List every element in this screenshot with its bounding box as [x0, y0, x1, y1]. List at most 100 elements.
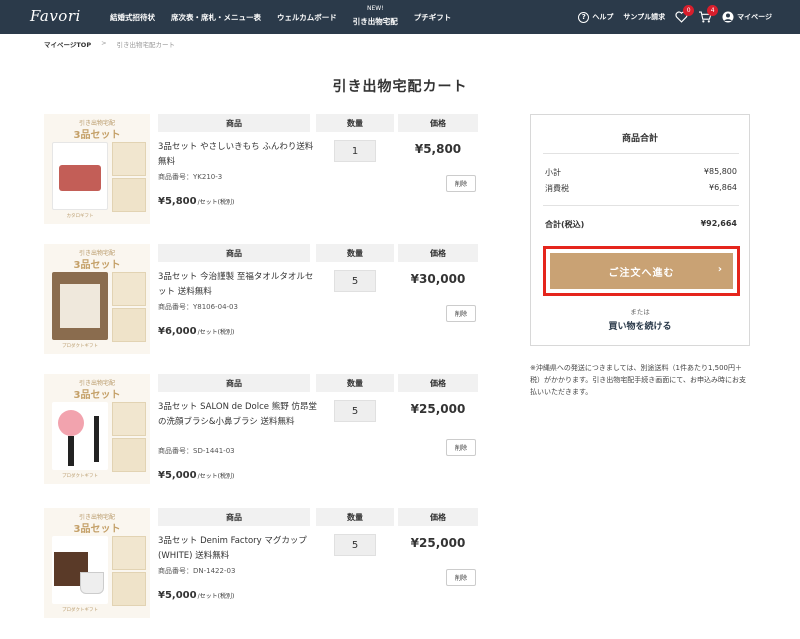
thumb-title: 3品セット	[73, 260, 121, 271]
col-header-price: 価格	[398, 374, 478, 392]
col-header-price: 価格	[398, 244, 478, 262]
towel-box-image	[52, 272, 108, 340]
subtotal-label: 小計	[545, 168, 561, 177]
cart-button[interactable]: 4	[698, 5, 719, 23]
unit-price-value: ¥5,000	[158, 470, 197, 481]
help-link[interactable]: ? ヘルプ	[578, 11, 614, 23]
thumb-footer: プロダクトギフト	[62, 474, 98, 479]
unit-suffix: /セット(税別)	[197, 199, 235, 206]
thumb-footer: プロダクトギフト	[62, 344, 98, 349]
product-image[interactable]: 引き出物宅配 3品セット カタロギフト	[44, 114, 150, 224]
col-header-name: 商品	[158, 114, 310, 132]
unit-price: ¥6,000/セット(税別)	[158, 326, 234, 337]
sample-label: サンプル請求	[623, 13, 666, 21]
divider	[543, 205, 739, 206]
utility-nav: ? ヘルプ サンプル請求 0 4 マイページ	[578, 0, 772, 34]
col-header-name: 商品	[158, 244, 310, 262]
line-price: ¥30,000	[410, 272, 466, 286]
brush-image	[52, 402, 108, 470]
product-code: 商品番号：SD-1441-03	[158, 447, 235, 455]
divider	[543, 153, 739, 154]
order-summary: 商品合計 小計 ¥85,800 消費税 ¥6,864 合計(税込) ¥92,66…	[530, 114, 750, 346]
product-code: 商品番号：DN-1422-03	[158, 567, 236, 575]
brush-head	[58, 410, 84, 436]
unit-price: ¥5,000/セット(税別)	[158, 590, 234, 601]
tax-label: 消費税	[545, 184, 569, 193]
thumb-footer: カタロギフト	[66, 214, 94, 219]
line-price: ¥5,800	[414, 142, 462, 156]
total-value: ¥92,664	[700, 219, 737, 228]
line-price: ¥25,000	[410, 402, 466, 416]
new-badge: NEW!	[366, 5, 384, 12]
wishlist-badge: 0	[683, 5, 695, 16]
subtotal-value: ¥85,800	[703, 167, 737, 176]
nav-label: プチギフト	[413, 12, 452, 22]
main-nav: 結婚式招待状 席次表・席札・メニュー表 ウェルカムボード NEW! 引き出物宅配…	[102, 0, 459, 34]
mypage-label: マイページ	[737, 13, 772, 21]
gift-box-image	[112, 536, 146, 570]
help-label: ヘルプ	[592, 13, 614, 21]
product-name[interactable]: 3品セット Denim Factory マグカップ(WHITE) 送料無料	[158, 534, 318, 564]
mug-image	[52, 536, 108, 604]
mypage-link[interactable]: マイページ	[722, 11, 772, 23]
checkout-button[interactable]: ご注文へ進む ›	[550, 253, 733, 289]
tax-row: 消費税 ¥6,864	[545, 183, 737, 194]
breadcrumb-current: 引き出物宅配カート	[116, 41, 176, 49]
nav-label: ウェルカムボード	[277, 12, 337, 22]
gift-box-image	[112, 178, 146, 212]
cart-item: 引き出物宅配 3品セット プロダクトギフト 商品 数量 価格 3品セット Den…	[44, 508, 480, 618]
unit-suffix: /セット(税別)	[197, 329, 235, 336]
quantity-input[interactable]: 5	[334, 400, 376, 422]
gift-box-image	[112, 402, 146, 436]
nav-seating[interactable]: 席次表・席札・メニュー表	[163, 0, 269, 34]
delete-button[interactable]: 削除	[446, 439, 476, 456]
product-name[interactable]: 3品セット やさしいきもち ふんわり送料無料	[158, 140, 318, 170]
quantity-input[interactable]: 5	[334, 270, 376, 292]
delete-button[interactable]: 削除	[446, 305, 476, 322]
gift-box-image	[112, 308, 146, 342]
cart-badge: 4	[707, 5, 719, 16]
towel-image	[60, 284, 100, 328]
product-name[interactable]: 3品セット 今治謹製 至福タオルタオルセット 送料無料	[158, 270, 318, 300]
gift-box-image	[112, 142, 146, 176]
nav-label: 席次表・席札・メニュー表	[171, 12, 261, 22]
nav-gift-delivery[interactable]: NEW! 引き出物宅配	[345, 0, 406, 34]
product-name[interactable]: 3品セット SALON de Dolce 熊野 仿昂堂の洗顔ブラシ&小鼻ブラシ …	[158, 400, 318, 430]
product-image[interactable]: 引き出物宅配 3品セット プロダクトギフト	[44, 244, 150, 354]
delete-button[interactable]: 削除	[446, 175, 476, 192]
thumb-footer: プロダクトギフト	[62, 608, 98, 613]
summary-title: 商品合計	[621, 134, 658, 144]
unit-price-value: ¥5,800	[158, 196, 197, 207]
col-header-qty: 数量	[316, 244, 394, 262]
logo[interactable]: Favori	[30, 7, 81, 25]
breadcrumb-home[interactable]: マイページTOP	[44, 39, 91, 49]
site-header: Favori 結婚式招待状 席次表・席札・メニュー表 ウェルカムボード NEW!…	[0, 0, 800, 34]
checkout-highlight: ご注文へ進む ›	[543, 246, 740, 296]
col-header-price: 価格	[398, 114, 478, 132]
gift-box-image	[112, 272, 146, 306]
help-icon: ?	[578, 11, 590, 23]
quantity-input[interactable]: 1	[334, 140, 376, 162]
total-row: 合計(税込) ¥92,664	[545, 219, 737, 230]
continue-shopping-link[interactable]: 買い物を続ける	[531, 319, 749, 332]
brush-handle	[68, 436, 74, 466]
gift-box-image	[112, 572, 146, 606]
delete-button[interactable]: 削除	[446, 569, 476, 586]
wishlist-button[interactable]: 0	[675, 5, 695, 23]
user-icon	[722, 11, 734, 23]
nav-invitations[interactable]: 結婚式招待状	[102, 0, 163, 34]
tax-value: ¥6,864	[709, 183, 737, 192]
product-image[interactable]: 引き出物宅配 3品セット プロダクトギフト	[44, 374, 150, 484]
nav-label: 引き出物宅配	[352, 16, 398, 26]
nav-petit-gift[interactable]: プチギフト	[406, 0, 460, 34]
product-code: 商品番号：Y8106-04-03	[158, 303, 238, 311]
product-image[interactable]: 引き出物宅配 3品セット プロダクトギフト	[44, 508, 150, 618]
quantity-input[interactable]: 5	[334, 534, 376, 556]
unit-suffix: /セット(税別)	[197, 473, 235, 480]
sample-link[interactable]: サンプル請求	[623, 12, 665, 22]
unit-suffix: /セット(税別)	[197, 593, 235, 600]
nav-welcome-board[interactable]: ウェルカムボード	[269, 0, 345, 34]
breadcrumb: マイページTOP > 引き出物宅配カート	[44, 39, 175, 49]
checkout-label: ご注文へ進む	[608, 267, 675, 279]
unit-price-value: ¥6,000	[158, 326, 197, 337]
